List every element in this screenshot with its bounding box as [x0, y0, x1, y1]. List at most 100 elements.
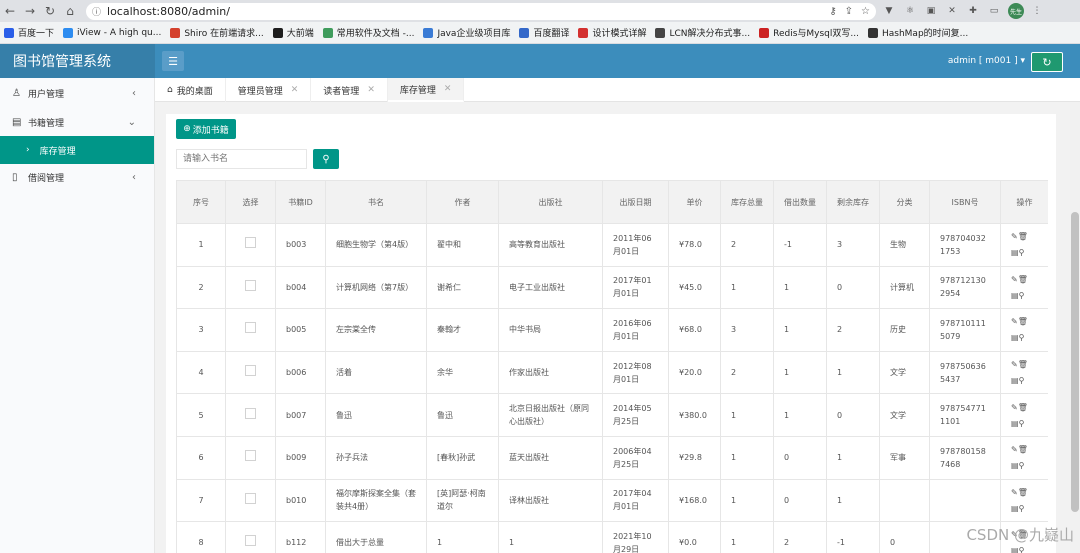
row-checkbox[interactable]	[245, 450, 256, 462]
view-icon[interactable]: ⚲	[1019, 289, 1025, 302]
sidebar-toggle-button[interactable]: ☰	[162, 51, 184, 71]
extensions-puzzle-icon[interactable]: ✚	[965, 3, 981, 19]
reload-icon[interactable]: ↻	[40, 0, 60, 22]
table-row[interactable]: 6 b009 孙子兵法 [春秋]孙武 蓝天出版社 2006年04月25日 ¥29.8 1 0 1 军…	[176, 435, 1048, 480]
bookmark-item[interactable]: HashMap的时间复...	[867, 26, 968, 39]
back-icon[interactable]: ←	[0, 0, 20, 22]
delete-icon[interactable]: 🗑	[1018, 358, 1028, 371]
detail-icon[interactable]: ▤	[1011, 544, 1019, 553]
row-checkbox[interactable]	[245, 535, 256, 547]
refresh-button[interactable]: ↻	[1031, 52, 1063, 72]
edit-icon[interactable]: ✎	[1011, 401, 1018, 414]
detail-icon[interactable]: ▤	[1011, 502, 1019, 515]
page-scrollbar[interactable]	[1070, 102, 1080, 553]
search-input[interactable]	[176, 149, 307, 169]
tab-desktop[interactable]: ⌂ 我的桌面	[155, 78, 226, 102]
table-row[interactable]: 8 b112 借出大于总量 1 1 2021年10月29日 ¥0.0 1 2 -1 0 ✎ 🗑 ▤ ⚲	[176, 521, 1048, 553]
translate-icon[interactable]: ▣	[923, 3, 939, 19]
row-checkbox[interactable]	[245, 237, 256, 249]
share-icon[interactable]: ⇪	[845, 6, 853, 17]
close-icon[interactable]: ✕	[444, 84, 452, 94]
edit-icon[interactable]: ✎	[1011, 273, 1018, 286]
bookmark-item[interactable]: LCN解决分布式事...	[655, 26, 750, 39]
extension-x-icon[interactable]: ✕	[944, 3, 960, 19]
view-icon[interactable]: ⚲	[1019, 417, 1025, 430]
edit-icon[interactable]: ✎	[1011, 486, 1018, 499]
sidebar-item-inventory[interactable]: › 库存管理	[0, 136, 154, 164]
edit-icon[interactable]: ✎	[1011, 443, 1018, 456]
forward-icon[interactable]: →	[20, 0, 40, 22]
close-icon[interactable]: ✕	[367, 85, 375, 95]
table-row[interactable]: 3 b005 左宗棠全传 秦翰才 中华书局 2016年06月01日 ¥68.0 3 1 2 历史 97…	[176, 308, 1048, 352]
sidepanel-icon[interactable]: ▭	[986, 3, 1002, 19]
actions-line: ✎ 🗑	[1011, 358, 1038, 371]
address-bar[interactable]: ⓘ localhost:8080/admin/ ⚷ ⇪ ☆	[86, 2, 876, 20]
vue-devtools-icon[interactable]: ▼	[881, 3, 897, 19]
view-icon[interactable]: ⚲	[1019, 502, 1025, 515]
bookmark-item[interactable]: 设计模式详解	[578, 26, 646, 39]
detail-icon[interactable]: ▤	[1011, 374, 1019, 387]
edit-icon[interactable]: ✎	[1011, 230, 1018, 243]
actions-cell: ✎ 🗑 ▤ ⚲	[1000, 223, 1048, 267]
user-menu[interactable]: admin [ m001 ] ▾	[948, 56, 1025, 66]
table-row[interactable]: 7 b010 福尔摩斯探案全集（套装共4册） [英]阿瑟·柯南道尔 译林出版社 2017年…	[176, 478, 1048, 523]
bookmark-item[interactable]: iView - A high qu...	[63, 27, 161, 38]
bookmark-item[interactable]: 常用软件及文档 -...	[322, 26, 414, 39]
close-icon[interactable]: ✕	[291, 85, 299, 95]
table-row[interactable]: 5 b007 鲁迅 鲁迅 北京日报出版社（原同心出版社） 2014年05月25日 ¥380.…	[176, 393, 1048, 437]
detail-icon[interactable]: ▤	[1011, 331, 1019, 344]
bookmark-item[interactable]: Java企业级项目库	[423, 26, 510, 39]
view-icon[interactable]: ⚲	[1019, 246, 1025, 259]
react-devtools-icon[interactable]: ⚛	[902, 3, 918, 19]
table-row[interactable]: 1 b003 细胞生物学（第4版） 翟中和 高等教育出版社 2011年06月01日 ¥78.…	[176, 223, 1048, 267]
edit-icon[interactable]: ✎	[1011, 315, 1018, 328]
profile-avatar[interactable]: 先生	[1008, 3, 1024, 19]
sidebar-item-users[interactable]: ♙ 用户管理 ‹	[0, 78, 154, 109]
table-row[interactable]: 2 b004 计算机网络（第7版） 谢希仁 电子工业出版社 2017年01月01日 ¥45.…	[176, 265, 1048, 310]
search-button[interactable]: ⚲	[313, 149, 339, 169]
edit-icon[interactable]: ✎	[1011, 358, 1018, 371]
bookmark-item[interactable]: Redis与Mysql双写...	[759, 26, 859, 39]
delete-icon[interactable]: 🗑	[1018, 401, 1028, 414]
sidebar-item-books[interactable]: ▤ 书籍管理 ⌄	[0, 109, 154, 136]
tab-inventory[interactable]: 库存管理 ✕	[387, 78, 465, 102]
menu-dots-icon[interactable]: ⋮	[1029, 3, 1045, 19]
tab-readers[interactable]: 读者管理 ✕	[311, 78, 388, 102]
actions-line: ✎ 🗑	[1011, 443, 1038, 456]
row-checkbox[interactable]	[245, 322, 256, 334]
view-icon[interactable]: ⚲	[1019, 374, 1025, 387]
view-icon[interactable]: ⚲	[1019, 331, 1025, 344]
table-cell: 9787547711101	[929, 393, 1001, 437]
delete-icon[interactable]: 🗑	[1018, 486, 1028, 499]
table-row[interactable]: 4 b006 活着 余华 作家出版社 2012年08月01日 ¥20.0 2 1 1 文学 97875…	[176, 350, 1048, 395]
star-icon[interactable]: ☆	[861, 6, 870, 17]
detail-icon[interactable]: ▤	[1011, 246, 1019, 259]
row-checkbox[interactable]	[245, 407, 256, 419]
table-cell: 9787801587468	[929, 435, 1001, 480]
row-checkbox[interactable]	[245, 279, 256, 291]
sidebar-item-borrow[interactable]: ▯ 借阅管理 ‹	[0, 164, 154, 191]
detail-icon[interactable]: ▤	[1011, 459, 1019, 472]
delete-icon[interactable]: 🗑	[1018, 230, 1028, 243]
row-checkbox[interactable]	[245, 492, 256, 504]
table-header-row: 序号 选择 书籍ID 书名 作者 出版社 出版日期 单价 库存总量 借出数量 剩余库存 分类 ISBN号…	[176, 180, 1048, 224]
detail-icon[interactable]: ▤	[1011, 289, 1019, 302]
row-checkbox[interactable]	[245, 365, 256, 377]
bookmark-item[interactable]: 百度翻译	[519, 26, 569, 39]
info-icon[interactable]: ⓘ	[92, 5, 101, 18]
delete-icon[interactable]: 🗑	[1018, 273, 1028, 286]
bookmark-item[interactable]: 百度一下	[4, 26, 54, 39]
view-icon[interactable]: ⚲	[1019, 544, 1025, 553]
delete-icon[interactable]: 🗑	[1018, 315, 1028, 328]
bookmark-item[interactable]: Shiro 在前端请求...	[170, 26, 264, 39]
detail-icon[interactable]: ▤	[1011, 417, 1019, 430]
tab-admin[interactable]: 管理员管理 ✕	[226, 78, 312, 102]
key-icon[interactable]: ⚷	[829, 6, 836, 17]
delete-icon[interactable]: 🗑	[1018, 443, 1028, 456]
bookmark-item[interactable]: 大前端	[272, 26, 314, 39]
add-book-button[interactable]: ⊕ 添加书籍	[176, 119, 236, 139]
home-icon[interactable]: ⌂	[60, 0, 80, 22]
inventory-table: 序号 选择 书籍ID 书名 作者 出版社 出版日期 单价 库存总量 借出数量 剩余库存 分类 ISBN号…	[176, 180, 1048, 553]
scrollbar-thumb[interactable]	[1071, 212, 1079, 512]
view-icon[interactable]: ⚲	[1019, 459, 1025, 472]
